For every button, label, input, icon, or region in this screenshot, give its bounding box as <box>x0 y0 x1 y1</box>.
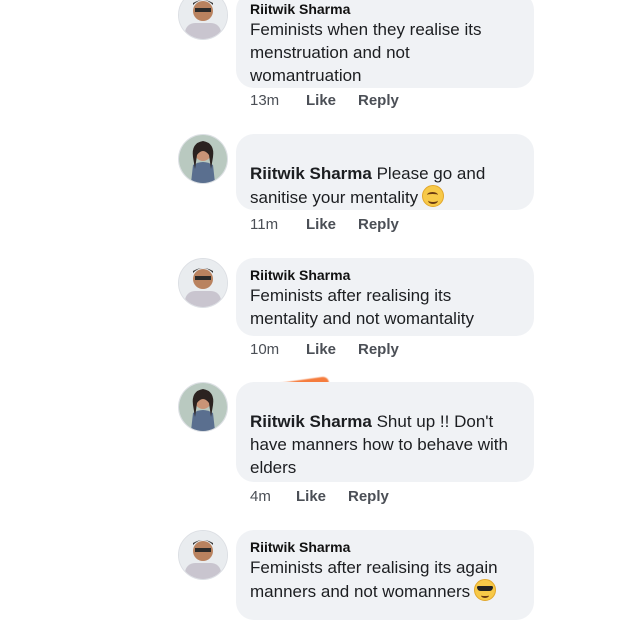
comment-bubble: Riitwik Sharma Shut up !! Don't have man… <box>236 382 534 482</box>
comment-author[interactable]: Riitwik Sharma <box>250 266 520 284</box>
comment-text: Feminists after realising its again mann… <box>250 558 498 601</box>
reply-button[interactable]: Reply <box>358 341 399 361</box>
like-button[interactable]: Like <box>306 216 358 236</box>
avatar[interactable] <box>178 382 228 432</box>
comment-author[interactable]: Riitwik Sharma <box>250 164 372 183</box>
avatar[interactable] <box>178 0 228 40</box>
comment-text: Feminists after realising its mentality … <box>250 286 474 328</box>
smiling-face-icon <box>422 185 445 207</box>
avatar[interactable] <box>178 258 228 308</box>
sunglasses-face-icon <box>474 579 497 601</box>
reply-button[interactable]: Reply <box>358 216 399 236</box>
comment-timestamp[interactable]: 13m <box>250 92 306 112</box>
comment-timestamp[interactable]: 10m <box>250 341 306 361</box>
comment-bubble: Riitwik Sharma Feminists after realising… <box>236 530 534 620</box>
reply-button[interactable]: Reply <box>358 92 399 112</box>
man-avatar-icon <box>179 259 227 307</box>
comment-text: Riitwik Sharma Please go and sanitise yo… <box>250 164 486 207</box>
like-button[interactable]: Like <box>296 488 348 508</box>
avatar[interactable] <box>178 134 228 184</box>
comment-text: Riitwik Sharma Shut up !! Don't have man… <box>250 412 508 477</box>
comment-actions: 10m Like Reply <box>250 341 399 361</box>
comment-thread: Riitwik Sharma Feminists when they reali… <box>0 0 640 620</box>
like-button[interactable]: Like <box>306 92 358 112</box>
comment-author[interactable]: Riitwik Sharma <box>250 0 520 18</box>
comment-bubble: Riitwik Sharma Feminists when they reali… <box>236 0 534 88</box>
comment-bubble: Riitwik Sharma Please go and sanitise yo… <box>236 134 534 210</box>
comment-author[interactable]: Riitwik Sharma <box>250 412 372 431</box>
man-avatar-icon <box>179 531 227 579</box>
comment-bubble: Riitwik Sharma Feminists after realising… <box>236 258 534 336</box>
comment-timestamp[interactable]: 11m <box>250 216 306 236</box>
woman-avatar-icon <box>179 383 227 431</box>
comment-actions: 4m Like Reply <box>250 488 389 508</box>
comment-actions: 13m Like Reply <box>250 92 399 112</box>
avatar[interactable] <box>178 530 228 580</box>
comment-timestamp[interactable]: 4m <box>250 488 296 508</box>
comment-author[interactable]: Riitwik Sharma <box>250 538 520 556</box>
like-button[interactable]: Like <box>306 341 358 361</box>
reply-button[interactable]: Reply <box>348 488 389 508</box>
comment-actions: 11m Like Reply <box>250 216 399 236</box>
man-avatar-icon <box>179 0 227 39</box>
comment-text: Feminists when they realise its menstrua… <box>250 20 482 85</box>
woman-avatar-icon <box>179 135 227 183</box>
